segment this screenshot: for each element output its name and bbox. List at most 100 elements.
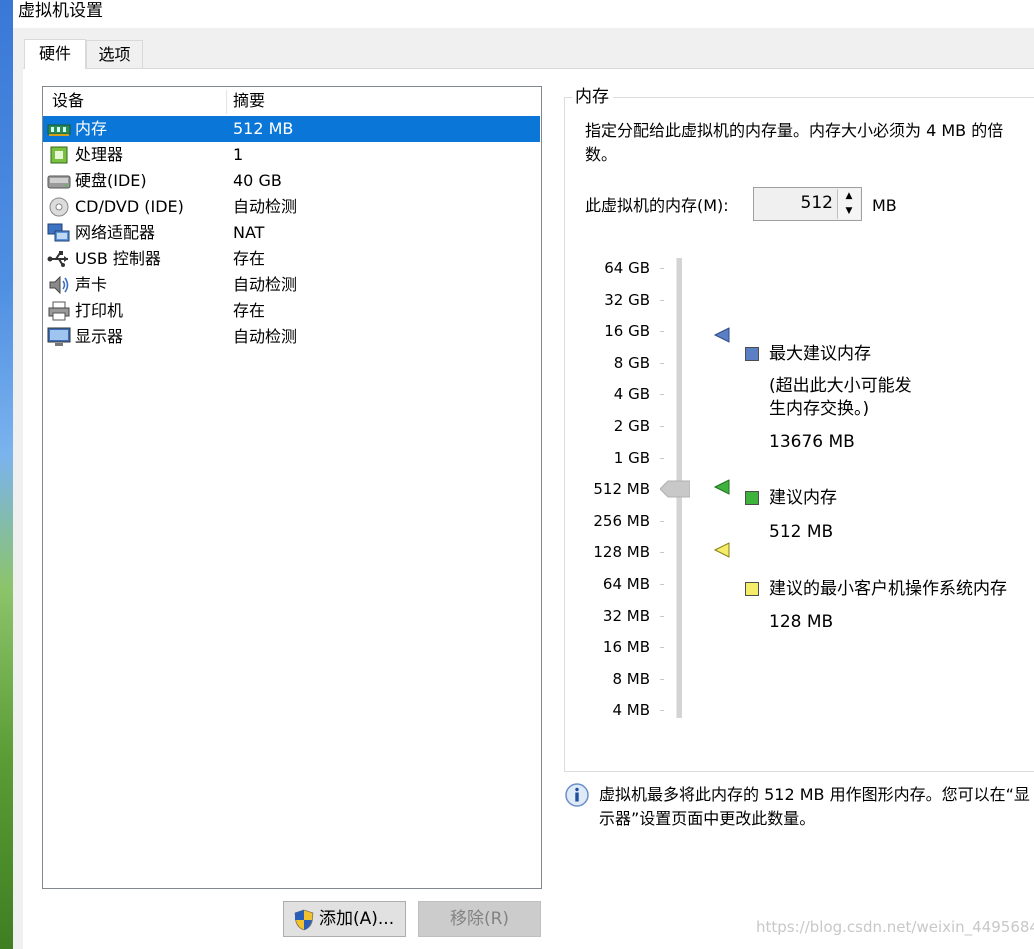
device-name: 打印机 bbox=[75, 301, 124, 320]
device-row-printer[interactable]: 打印机 存在 bbox=[43, 298, 540, 324]
memory-scale-label: 16 GB bbox=[604, 322, 650, 341]
memory-scale-label: 256 MB bbox=[593, 511, 650, 530]
memory-scale-tick bbox=[660, 678, 664, 680]
memory-scale-label: 128 MB bbox=[593, 543, 650, 562]
device-row-sound-card[interactable]: 声卡 自动检测 bbox=[43, 272, 540, 298]
memory-scale-label: 8 MB bbox=[612, 669, 650, 688]
shield-icon bbox=[294, 909, 314, 931]
device-row-cd-dvd[interactable]: CD/DVD (IDE) 自动检测 bbox=[43, 194, 540, 220]
memory-description: 指定分配给此虚拟机的内存量。内存大小必须为 4 MB 的倍数。 bbox=[585, 121, 1004, 164]
device-name: 硬盘(IDE) bbox=[75, 171, 147, 190]
memory-scale-label: 32 MB bbox=[602, 606, 650, 625]
memory-scale-tick bbox=[660, 331, 664, 333]
hard-disk-icon bbox=[47, 175, 71, 189]
tab-options[interactable]: 选项 bbox=[86, 40, 143, 68]
memory-scale-tick bbox=[660, 584, 664, 585]
device-summary: 1 bbox=[233, 145, 244, 164]
max-recommended-note: (超出此大小可能发生内存交换。) bbox=[769, 376, 912, 419]
device-summary: 自动检测 bbox=[233, 197, 298, 216]
memory-unit: MB bbox=[872, 196, 897, 215]
memory-value[interactable]: 512 bbox=[801, 188, 833, 218]
memory-scale-tick bbox=[660, 426, 664, 427]
info-icon bbox=[565, 783, 589, 807]
memory-scale-label: 2 GB bbox=[613, 417, 650, 435]
device-name: 处理器 bbox=[75, 145, 124, 164]
device-summary: 40 GB bbox=[233, 171, 282, 190]
memory-scale-tick bbox=[660, 268, 664, 269]
memory-group-label: 内存 bbox=[572, 86, 613, 108]
memory-slider-thumb[interactable] bbox=[660, 480, 690, 498]
device-summary: 存在 bbox=[233, 249, 266, 268]
device-name: 声卡 bbox=[75, 275, 108, 294]
min-recommended-square-icon bbox=[745, 582, 759, 596]
device-row-processor[interactable]: 处理器 1 bbox=[43, 142, 540, 168]
device-row-hard-disk[interactable]: 硬盘(IDE) 40 GB bbox=[43, 168, 540, 194]
memory-scale-label: 1 GB bbox=[613, 448, 650, 467]
memory-icon bbox=[47, 124, 71, 136]
display-icon bbox=[47, 327, 71, 346]
device-summary: 512 MB bbox=[233, 119, 294, 138]
watermark: https://blog.csdn.net/weixin_44956841 bbox=[756, 918, 1034, 936]
memory-scale-label: 4 GB bbox=[613, 385, 650, 404]
device-row-memory[interactable]: 内存 512 MB bbox=[43, 116, 540, 142]
memory-scale-label: 512 MB bbox=[593, 480, 650, 499]
printer-icon bbox=[48, 301, 70, 321]
memory-scale-tick bbox=[660, 520, 664, 522]
memory-scale-label: 16 MB bbox=[602, 638, 650, 657]
add-button-label: 添加(A)... bbox=[319, 909, 395, 929]
device-column-header[interactable]: 设备 bbox=[52, 88, 84, 114]
memory-field-label: 此虚拟机的内存(M): bbox=[585, 196, 729, 215]
device-summary: 存在 bbox=[233, 301, 266, 320]
add-device-button[interactable]: 添加(A)... bbox=[283, 901, 406, 937]
window-title: 虚拟机设置 bbox=[18, 1, 103, 21]
summary-column-header[interactable]: 摘要 bbox=[233, 88, 265, 114]
min-recommended-title: 建议的最小客户机操作系统内存 bbox=[769, 579, 1007, 599]
recommended-square-icon bbox=[745, 491, 759, 505]
recommended-value: 512 MB bbox=[769, 522, 834, 542]
device-summary: NAT bbox=[233, 223, 265, 242]
device-name: CD/DVD (IDE) bbox=[75, 197, 184, 216]
device-name: USB 控制器 bbox=[75, 249, 161, 268]
memory-scale-label: 64 MB bbox=[602, 575, 650, 593]
max-recommended-title: 最大建议内存 bbox=[769, 344, 871, 364]
max-recommended-value: 13676 MB bbox=[769, 432, 855, 452]
tab-hardware[interactable]: 硬件 bbox=[24, 39, 86, 69]
min-recommended-value: 128 MB bbox=[769, 612, 834, 632]
max-recommended-marker-icon bbox=[713, 327, 730, 343]
remove-device-button[interactable]: 移除(R) bbox=[418, 901, 541, 937]
sound-card-icon bbox=[49, 275, 69, 295]
usb-icon bbox=[47, 251, 68, 267]
memory-scale-tick bbox=[660, 394, 664, 396]
desktop-background bbox=[0, 0, 13, 949]
memory-scale-tick bbox=[660, 710, 664, 712]
tab-strip-border bbox=[23, 68, 1034, 69]
memory-scale-label: 64 GB bbox=[604, 259, 650, 277]
device-row-display[interactable]: 显示器 自动检测 bbox=[43, 324, 540, 350]
title-bar bbox=[13, 0, 1034, 28]
recommended-marker-icon bbox=[713, 479, 730, 495]
max-recommended-square-icon bbox=[745, 347, 759, 361]
device-summary: 自动检测 bbox=[233, 327, 298, 346]
memory-spinner[interactable]: 512 ▲ ▼ bbox=[753, 187, 862, 221]
network-adapter-icon bbox=[47, 223, 70, 242]
device-row-network-adapter[interactable]: 网络适配器 NAT bbox=[43, 220, 540, 246]
cd-dvd-icon bbox=[49, 197, 69, 217]
processor-icon bbox=[50, 146, 68, 164]
memory-scale-tick bbox=[660, 362, 664, 364]
memory-scale-tick bbox=[660, 299, 664, 301]
column-separator bbox=[226, 90, 227, 114]
graphics-memory-info: 虚拟机最多将此内存的 512 MB 用作图形内存。您可以在“显示器”设置页面中更… bbox=[599, 785, 1030, 828]
spin-down-button[interactable]: ▼ bbox=[837, 204, 860, 219]
recommended-title: 建议内存 bbox=[769, 488, 837, 508]
memory-scale-tick bbox=[660, 647, 664, 649]
memory-scale-label: 8 GB bbox=[613, 353, 650, 372]
memory-scale-label: 32 GB bbox=[604, 290, 650, 309]
device-name: 网络适配器 bbox=[75, 223, 156, 242]
spin-up-button[interactable]: ▲ bbox=[837, 189, 860, 205]
device-name: 内存 bbox=[75, 119, 108, 138]
memory-scale-tick bbox=[660, 615, 664, 617]
device-row-usb-controller[interactable]: USB 控制器 存在 bbox=[43, 246, 540, 272]
memory-scale-label: 4 MB bbox=[612, 701, 650, 720]
device-name: 显示器 bbox=[75, 327, 124, 346]
memory-scale-tick bbox=[660, 552, 664, 554]
